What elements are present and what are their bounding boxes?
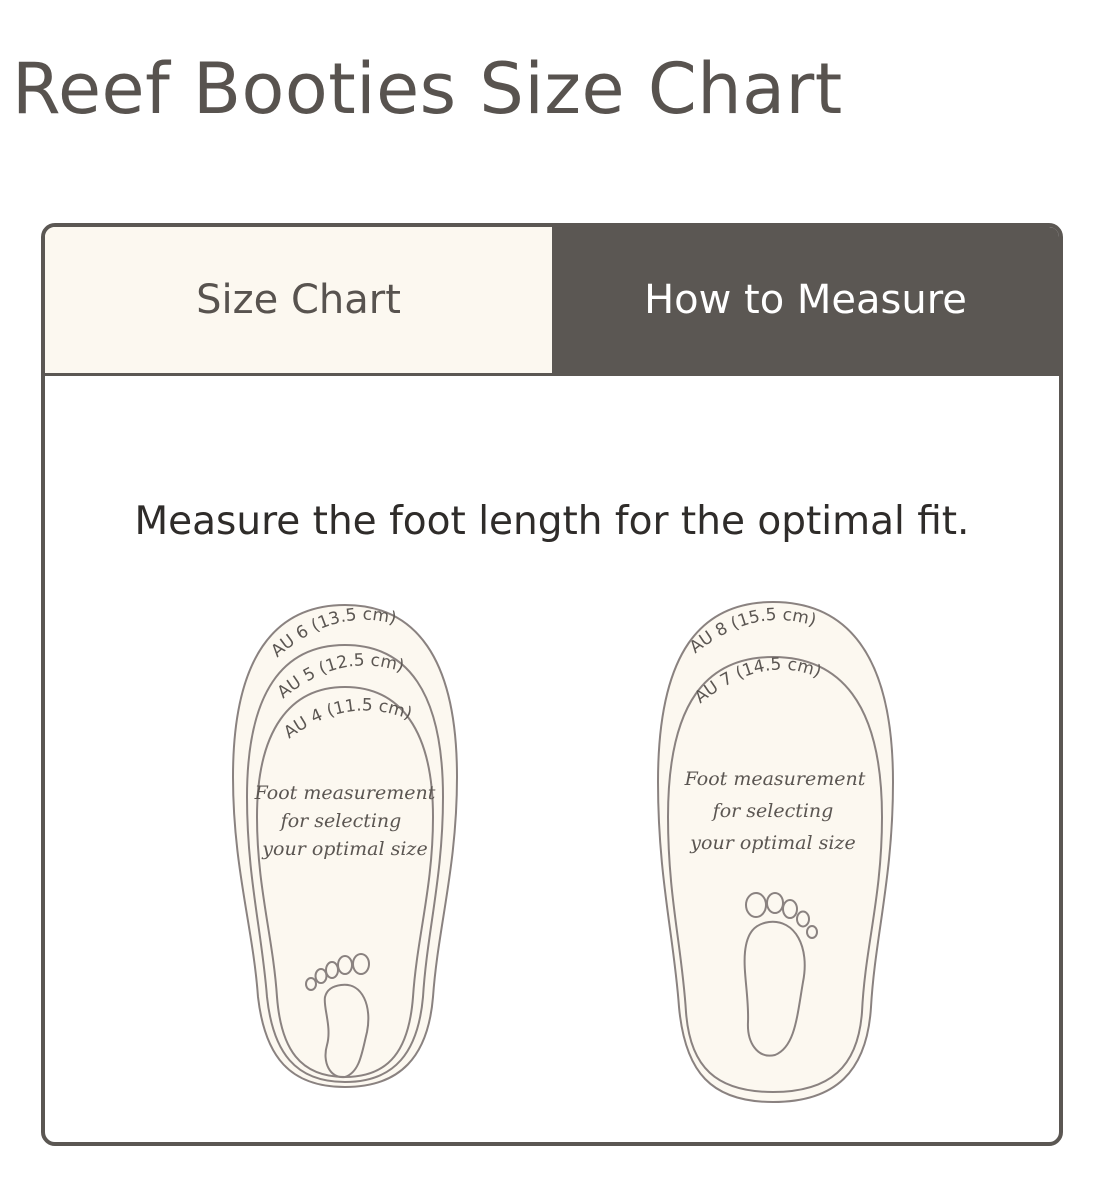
caption-line: Foot measurement <box>254 782 436 804</box>
tab-size-chart[interactable]: Size Chart <box>45 227 552 373</box>
caption-line: Foot measurement <box>684 768 866 790</box>
tab-bar: Size Chart How to Measure <box>45 227 1059 376</box>
foot-measurement-illustration: AU 6 (13.5 cm) AU 5 (12.5 cm) AU 4 (11.5… <box>45 587 1059 1127</box>
sole-outline-au4 <box>255 685 435 1079</box>
caption-line: for selecting <box>711 800 834 822</box>
sole-outline-group-right: AU 8 (15.5 cm) AU 7 (14.5 cm) Foot measu… <box>656 600 895 1104</box>
caption-line: your optimal size <box>261 838 427 860</box>
page-title: Reef Booties Size Chart <box>12 48 843 130</box>
sole-outline-group-left: AU 6 (13.5 cm) AU 5 (12.5 cm) AU 4 (11.5… <box>231 603 459 1089</box>
caption-line: for selecting <box>279 810 402 832</box>
caption-line: your optimal size <box>689 832 855 854</box>
size-guide-panel: Size Chart How to Measure Measure the fo… <box>41 223 1063 1146</box>
measure-instruction: Measure the foot length for the optimal … <box>134 499 970 544</box>
sole-diagram: AU 6 (13.5 cm) AU 5 (12.5 cm) AU 4 (11.5… <box>231 600 895 1104</box>
tab-how-to-measure[interactable]: How to Measure <box>552 227 1059 373</box>
sole-outline-au7 <box>666 655 884 1094</box>
